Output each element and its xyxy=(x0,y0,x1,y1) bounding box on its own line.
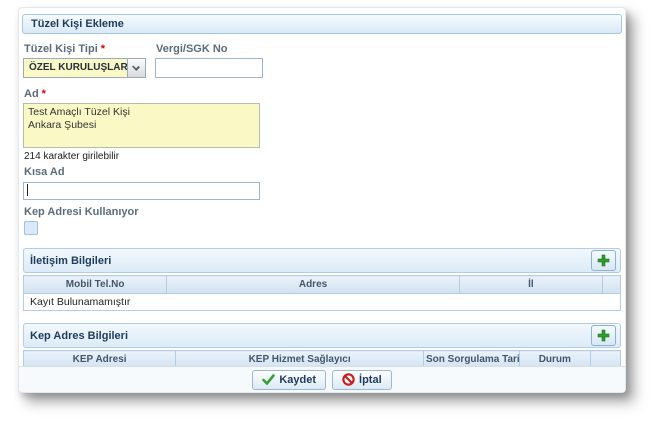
save-button[interactable]: Kaydet xyxy=(252,370,326,390)
ad-textarea[interactable]: Test Amaçlı Tüzel Kişi Ankara Şubesi xyxy=(23,103,260,148)
footer-button-bar: Kaydet İptal xyxy=(19,366,625,392)
page: Tüzel Kişi Ekleme Tüzel Kişi Tipi* ÖZEL … xyxy=(0,0,669,435)
tuzel-kisi-tipi-select[interactable]: ÖZEL KURULUŞLAR xyxy=(23,58,146,78)
kisa-ad-label: Kısa Ad xyxy=(24,166,621,178)
tuzel-kisi-ekleme-panel: Tüzel Kişi Ekleme Tüzel Kişi Tipi* ÖZEL … xyxy=(18,7,626,393)
ad-label: Ad* xyxy=(24,88,621,100)
kep-adres-bilgileri-title: Kep Adres Bilgileri xyxy=(24,324,620,348)
ad-helper-text: 214 karakter girilebilir xyxy=(24,151,621,162)
column-header-adres: Adres xyxy=(167,276,460,294)
chevron-down-icon[interactable] xyxy=(127,59,145,77)
save-button-label: Kaydet xyxy=(279,374,316,386)
cancel-button[interactable]: İptal xyxy=(332,370,392,390)
iletisim-bilgileri-section-header: İletişim Bilgileri xyxy=(23,248,621,273)
column-header-il: İl xyxy=(459,276,602,294)
tuzel-kisi-tipi-value: ÖZEL KURULUŞLAR xyxy=(24,59,127,77)
kep-adres-bilgileri-section-header: Kep Adres Bilgileri xyxy=(23,323,621,348)
form-content: Tüzel Kişi Tipi* ÖZEL KURULUŞLAR Vergi/S… xyxy=(23,40,621,386)
cancel-button-label: İptal xyxy=(359,374,382,386)
plus-icon xyxy=(597,329,610,342)
vergi-sgk-no-input[interactable] xyxy=(155,58,263,78)
text-caret xyxy=(27,184,28,196)
iletisim-bilgileri-title: İletişim Bilgileri xyxy=(24,249,620,273)
iletisim-header-row: Mobil Tel.No Adres İl xyxy=(24,276,621,294)
column-header-mobil-telno: Mobil Tel.No xyxy=(24,276,167,294)
iletisim-empty-row: Kayıt Bulunamamıştır xyxy=(24,294,621,311)
plus-icon xyxy=(597,254,610,267)
required-asterisk: * xyxy=(101,43,105,55)
iletisim-empty-text: Kayıt Bulunamamıştır xyxy=(24,294,621,311)
kep-adresi-kullaniyor-checkbox[interactable] xyxy=(24,221,38,235)
kep-add-button[interactable] xyxy=(591,325,616,346)
kep-adresi-kullaniyor-label: Kep Adresi Kullanıyor xyxy=(24,206,621,218)
check-icon xyxy=(262,374,275,385)
vergi-sgk-no-label: Vergi/SGK No xyxy=(156,43,263,55)
column-header-actions xyxy=(603,276,621,294)
iletisim-add-button[interactable] xyxy=(591,250,616,271)
kisa-ad-input[interactable] xyxy=(23,182,260,200)
tuzel-kisi-tipi-label: Tüzel Kişi Tipi* xyxy=(24,43,146,55)
panel-title: Tüzel Kişi Ekleme xyxy=(22,14,622,34)
no-entry-icon xyxy=(342,373,355,386)
iletisim-table: Mobil Tel.No Adres İl Kayıt Bulunamamışt… xyxy=(23,275,621,311)
required-asterisk: * xyxy=(42,88,46,100)
